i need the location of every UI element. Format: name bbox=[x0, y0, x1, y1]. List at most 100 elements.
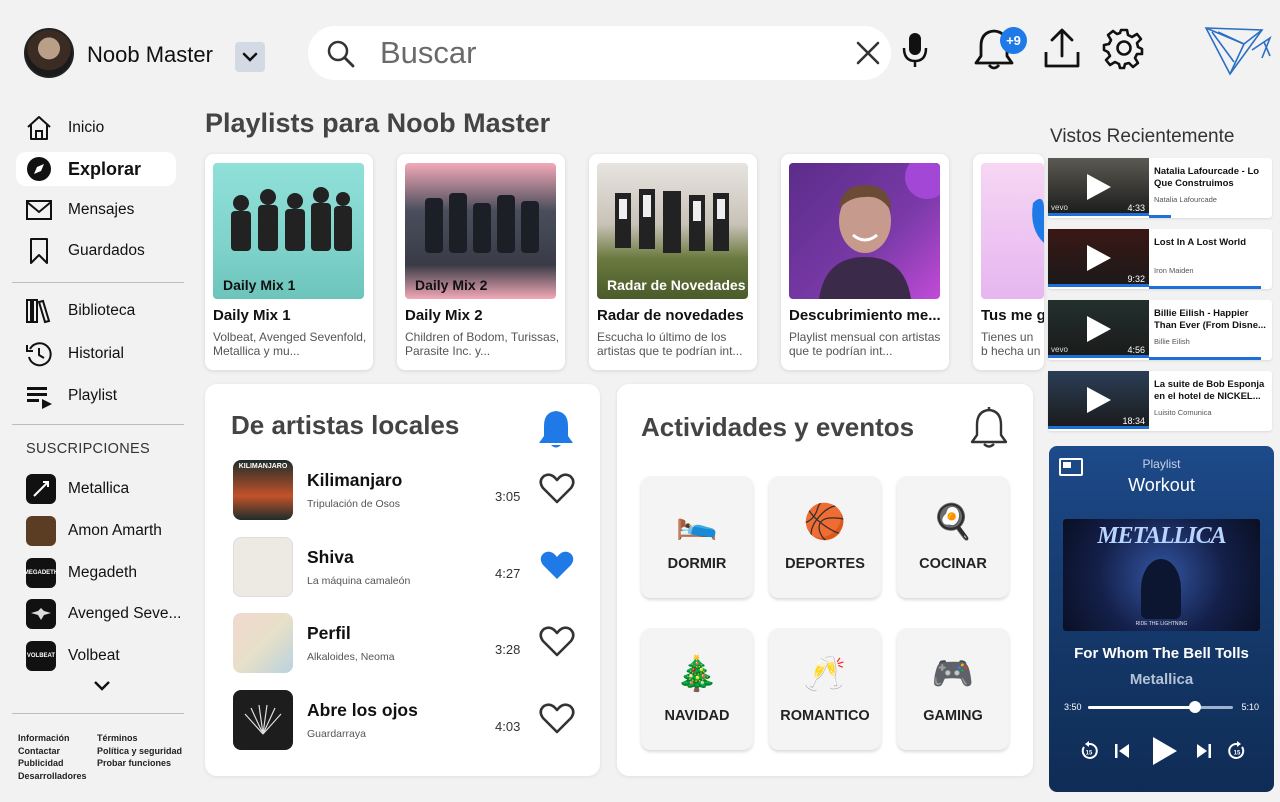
playlist-card[interactable]: Tus me g Tienes un b hecha un vi bbox=[973, 154, 1044, 370]
avatar[interactable] bbox=[24, 28, 74, 78]
channel-avatar bbox=[26, 516, 56, 546]
watched-bar bbox=[1048, 426, 1149, 429]
song-row[interactable]: Abre los ojos Guardarraya 4:03 bbox=[233, 690, 583, 752]
footer-link[interactable]: Contactar bbox=[18, 745, 87, 758]
next-icon[interactable] bbox=[1195, 742, 1213, 760]
bookmark-icon bbox=[24, 236, 54, 266]
heart-icon[interactable] bbox=[539, 550, 575, 582]
watched-bar bbox=[1149, 357, 1261, 360]
event-tile-navidad[interactable]: 🎄 NAVIDAD bbox=[641, 628, 753, 750]
sidebar-item-playlist[interactable]: Playlist bbox=[16, 379, 176, 413]
cover-text: KILIMANJARO bbox=[238, 463, 288, 470]
sports-icon: 🏀 bbox=[803, 503, 847, 541]
heart-icon[interactable] bbox=[539, 703, 575, 735]
event-tile-gaming[interactable]: 🎮 GAMING bbox=[897, 628, 1009, 750]
recent-video-item[interactable]: 18:34 La suite de Bob Esponja en el hotel… bbox=[1048, 371, 1272, 431]
footer-link[interactable]: Publicidad bbox=[18, 757, 87, 770]
player-playlist-name[interactable]: Workout bbox=[1049, 475, 1274, 496]
playlist-name: Radar de novedades bbox=[597, 307, 744, 324]
gamepad-icon: 🎮 bbox=[931, 655, 975, 693]
mini-player: Playlist Workout METALLICA RIDE THE LIGH… bbox=[1049, 446, 1274, 792]
bell-icon[interactable] bbox=[969, 406, 1009, 450]
play-icon[interactable] bbox=[1083, 314, 1113, 344]
video-duration: 9:32 bbox=[1127, 274, 1145, 284]
event-tile-cocinar[interactable]: 🍳 COCINAR bbox=[897, 476, 1009, 598]
sidebar-item-inicio[interactable]: Inicio bbox=[16, 111, 176, 145]
playlist-card[interactable]: Daily Mix 2 Daily Mix 2 Children of Bodo… bbox=[397, 154, 565, 370]
sidebar-item-guardados[interactable]: Guardados bbox=[16, 234, 176, 268]
local-artists-panel: De artistas locales KILIMANJARO Kilimanj… bbox=[205, 384, 600, 776]
progress-knob[interactable] bbox=[1189, 701, 1202, 713]
subscription-item[interactable]: VOLBEAT Volbeat bbox=[26, 641, 120, 671]
song-duration: 3:05 bbox=[495, 489, 521, 504]
playlist-desc: Children of Bodom, Turissas, Parasite In… bbox=[405, 330, 560, 358]
event-label: DORMIR bbox=[667, 556, 727, 572]
footer-link[interactable]: Desarrolladores bbox=[18, 770, 87, 783]
search-input[interactable] bbox=[380, 34, 830, 72]
playlist-card[interactable]: Daily Mix 1 Daily Mix 1 Volbeat, Avenged… bbox=[205, 154, 373, 370]
sidebar-item-explorar[interactable]: Explorar bbox=[16, 152, 176, 186]
playlist-card[interactable]: Radar de Novedades Radar de novedades Es… bbox=[589, 154, 757, 370]
sidebar-item-biblioteca[interactable]: Biblioteca bbox=[16, 294, 176, 328]
sidebar-item-label: Playlist bbox=[68, 387, 118, 404]
chevron-down-icon[interactable] bbox=[92, 680, 112, 692]
video-channel: Luisito Comunica bbox=[1154, 408, 1212, 417]
play-icon[interactable] bbox=[1083, 243, 1113, 273]
playlist-cover-title: Radar de Novedades bbox=[607, 277, 746, 293]
channel-avatar: VOLBEAT bbox=[26, 641, 56, 671]
gear-icon[interactable] bbox=[1102, 26, 1146, 70]
footer-link[interactable]: Información bbox=[18, 732, 87, 745]
footer-column: Términos Política y seguridad Probar fun… bbox=[97, 732, 197, 770]
song-row[interactable]: Shiva La máquina camaleón 4:27 bbox=[233, 537, 583, 599]
cooking-icon: 🍳 bbox=[931, 503, 975, 541]
previous-icon[interactable] bbox=[1113, 742, 1131, 760]
user-name[interactable]: Noob Master bbox=[87, 42, 213, 68]
events-panel: Actividades y eventos 🛌 DORMIR 🏀 DEPORTE… bbox=[617, 384, 1033, 776]
play-icon[interactable] bbox=[1083, 385, 1113, 415]
upload-icon[interactable] bbox=[1042, 26, 1082, 72]
recent-video-item[interactable]: 9:32 Lost In A Lost World Iron Maiden bbox=[1048, 229, 1272, 289]
sidebar-item-mensajes[interactable]: Mensajes bbox=[16, 193, 176, 227]
search-bar[interactable] bbox=[308, 26, 891, 80]
bell-icon[interactable] bbox=[536, 408, 576, 450]
sidebar-item-historial[interactable]: Historial bbox=[16, 337, 176, 371]
subscription-item[interactable]: MEGADETH Megadeth bbox=[24, 558, 137, 588]
event-label: ROMANTICO bbox=[780, 708, 870, 724]
heart-icon[interactable] bbox=[539, 473, 575, 505]
song-row[interactable]: KILIMANJARO Kilimanjaro Tripulación de O… bbox=[233, 460, 583, 522]
footer-link[interactable]: Términos bbox=[97, 732, 197, 745]
song-duration: 3:28 bbox=[495, 642, 521, 657]
song-row[interactable]: Perfil Alkaloides, Neoma 3:28 bbox=[233, 613, 583, 675]
play-icon[interactable] bbox=[1147, 735, 1179, 767]
footer-links: Información Contactar Publicidad Desarro… bbox=[18, 732, 182, 783]
progress-slider[interactable] bbox=[1088, 701, 1233, 713]
microphone-icon[interactable] bbox=[900, 30, 930, 70]
recent-video-item[interactable]: vevo 4:56 Billie Eilish - Happier Than Eve… bbox=[1048, 300, 1272, 360]
play-icon[interactable] bbox=[1083, 172, 1113, 202]
album-title-text: RIDE THE LIGHTNING bbox=[1135, 621, 1188, 627]
search-icon[interactable] bbox=[326, 39, 356, 69]
song-cover bbox=[233, 537, 293, 597]
footer-link[interactable]: Política y seguridad bbox=[97, 745, 197, 758]
footer-link[interactable]: Probar funciones bbox=[97, 757, 197, 770]
player-controls: 15 15 bbox=[1049, 733, 1274, 769]
event-tile-deportes[interactable]: 🏀 DEPORTES bbox=[769, 476, 881, 598]
close-icon[interactable] bbox=[855, 40, 881, 66]
recent-video-item[interactable]: vevo 4:33 Natalia Lafourcade - Lo Que Cons… bbox=[1048, 158, 1272, 218]
library-icon bbox=[24, 296, 54, 326]
subscription-item[interactable]: Amon Amarth bbox=[26, 516, 162, 546]
forward-15-icon[interactable]: 15 bbox=[1227, 741, 1247, 761]
event-tile-dormir[interactable]: 🛌 DORMIR bbox=[641, 476, 753, 598]
song-title: Shiva bbox=[307, 547, 354, 567]
rewind-15-icon[interactable]: 15 bbox=[1079, 741, 1099, 761]
sleep-icon: 🛌 bbox=[675, 503, 719, 541]
chevron-down-icon[interactable] bbox=[235, 42, 265, 72]
playlist-desc: Playlist mensual con artistas que te pod… bbox=[789, 330, 941, 358]
subscription-item[interactable]: Avenged Seve... bbox=[26, 599, 181, 629]
playlist-card[interactable]: Descubrimiento me... Playlist mensual co… bbox=[781, 154, 949, 370]
subscription-item[interactable]: Metallica bbox=[26, 474, 129, 504]
event-tile-romantico[interactable]: 🥂 ROMANTICO bbox=[769, 628, 881, 750]
app-logo[interactable] bbox=[1204, 22, 1274, 78]
heart-icon[interactable] bbox=[539, 626, 575, 658]
watched-bar bbox=[1149, 215, 1172, 218]
